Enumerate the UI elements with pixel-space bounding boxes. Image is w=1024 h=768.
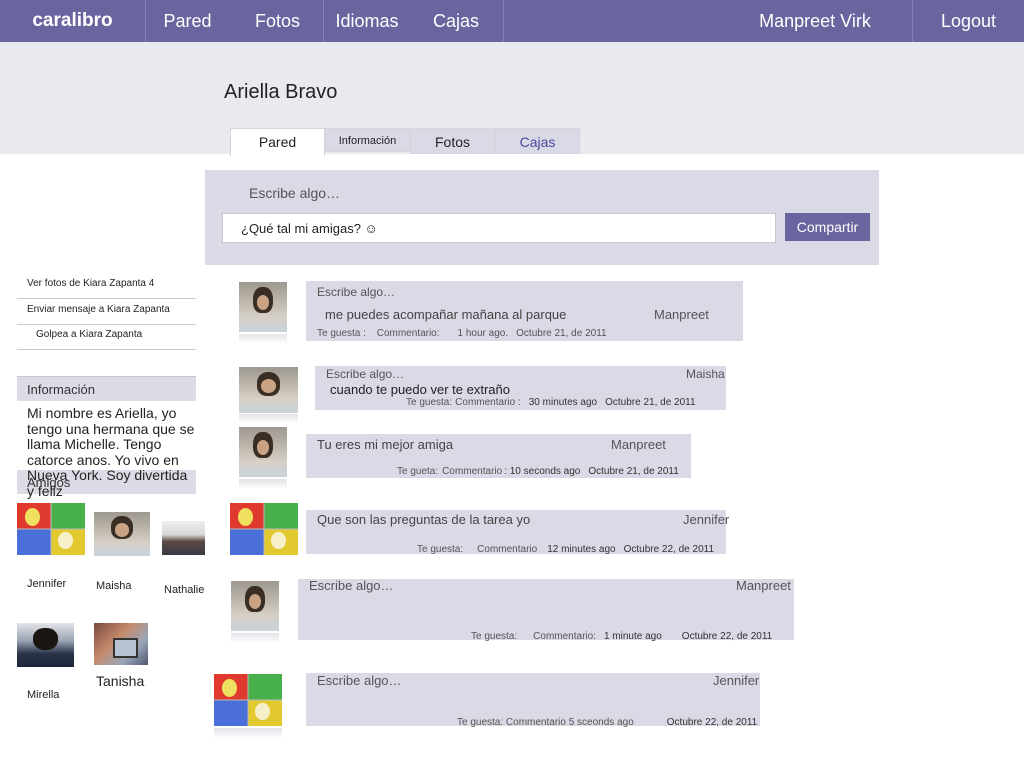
- post-author[interactable]: Jennifer: [713, 673, 759, 688]
- friend-avatar-maisha[interactable]: [94, 512, 150, 556]
- post-avatar[interactable]: [239, 427, 287, 477]
- post-author[interactable]: Maisha: [686, 367, 725, 381]
- post-label: Escribe algo…: [309, 578, 394, 593]
- post-avatar[interactable]: [239, 367, 298, 413]
- send-message-link[interactable]: Enviar mensaje a Kiara Zapanta: [17, 304, 196, 325]
- post-time: 1 minute ago: [603, 631, 662, 642]
- comment-link[interactable]: Commentario:: [377, 328, 440, 339]
- post-avatar[interactable]: [230, 503, 298, 555]
- post-avatar[interactable]: [214, 674, 282, 726]
- post-time: 1 hour ago.: [457, 328, 509, 339]
- post-author[interactable]: Manpreet: [611, 437, 666, 452]
- post-date: Octubre 22, de 2011: [666, 717, 758, 728]
- post-time: : 10 seconds ago: [504, 466, 581, 477]
- friend-name-jennifer[interactable]: Jennifer: [27, 578, 66, 590]
- tab-cajas[interactable]: Cajas: [495, 128, 580, 154]
- post-meta: Te guesta : Commentario: 1 hour ago. Octub…: [317, 328, 615, 339]
- post-label: Escribe algo…: [326, 367, 405, 381]
- share-button[interactable]: Compartir: [785, 213, 870, 241]
- info-text: Mi nombre es Ariella, yo tengo una herma…: [27, 405, 195, 499]
- nav-item-fotos[interactable]: Fotos: [235, 0, 320, 42]
- like-link[interactable]: Te gueta:: [397, 466, 438, 477]
- like-link[interactable]: Te guesta:: [406, 397, 452, 408]
- avatar-reflection: [214, 728, 282, 738]
- logout-button[interactable]: Logout: [913, 0, 1024, 42]
- nav-item-pared[interactable]: Pared: [145, 0, 230, 42]
- profile-name: Ariella Bravo: [224, 81, 338, 103]
- nav-item-cajas[interactable]: Cajas: [411, 0, 501, 42]
- post-time: 30 minutes ago: [528, 397, 598, 408]
- post-date: Octubre 22, de 2011: [681, 631, 773, 642]
- comment-link[interactable]: Commentario:: [533, 631, 596, 642]
- post-text: Tu eres mi mejor amiga: [317, 437, 454, 452]
- friend-name-nathalie[interactable]: Nathalie: [164, 584, 204, 596]
- avatar-reflection: [239, 414, 298, 424]
- tab-fotos[interactable]: Fotos: [410, 128, 495, 154]
- post-meta: Te guesta: Commentario 5 sceonds ago Octu…: [457, 717, 765, 728]
- post-meta: Te guesta: Commentario : 30 minutes ago Oct…: [406, 397, 704, 408]
- post-date: Octubre 22, de 2011: [623, 544, 715, 555]
- nav-item-idiomas[interactable]: Idiomas: [323, 0, 411, 42]
- friend-avatar-jennifer[interactable]: [17, 503, 85, 555]
- post-input[interactable]: [222, 213, 776, 243]
- poke-link[interactable]: Golpea a Kiara Zapanta: [17, 329, 196, 350]
- composer-label: Escribe algo…: [249, 185, 341, 201]
- post-label: Escribe algo…: [317, 285, 396, 299]
- post-label: Escribe algo…: [317, 673, 402, 688]
- nav-user-name[interactable]: Manpreet Virk: [730, 0, 900, 42]
- friend-avatar-nathalie[interactable]: [162, 521, 205, 555]
- avatar-reflection: [231, 633, 279, 643]
- like-link[interactable]: Te guesta:: [471, 631, 517, 642]
- post-meta: Te gueta: Commentario: 10 seconds ago Octu…: [397, 466, 687, 477]
- like-comment-link[interactable]: Te guesta: Commentario 5 sceonds ago: [457, 717, 634, 728]
- post-text: Que son las preguntas de la tarea yo: [317, 512, 531, 527]
- friend-avatar-mirella[interactable]: [17, 623, 74, 667]
- post-text: me puedes acompañar mañana al parque: [325, 307, 567, 322]
- post-author[interactable]: Manpreet: [736, 578, 791, 593]
- post-meta: Te guesta: Commentario 12 minutes ago Octub…: [417, 544, 722, 555]
- avatar-reflection: [239, 479, 287, 489]
- friend-name-mirella[interactable]: Mirella: [27, 689, 59, 701]
- post-author[interactable]: Manpreet: [654, 307, 709, 322]
- avatar-reflection: [239, 334, 287, 344]
- post-date: Octubre 21, de 2011: [516, 328, 607, 339]
- top-nav-bar: caralibro Pared Fotos Idiomas Cajas Manp…: [0, 0, 1024, 42]
- comment-link[interactable]: Commentario: [442, 466, 502, 477]
- comment-link[interactable]: Commentario :: [455, 397, 521, 408]
- info-heading: Información: [17, 376, 196, 401]
- post-text: cuando te puedo ver te extraño: [330, 382, 510, 397]
- post-date: Octubre 21, de 2011: [588, 466, 679, 477]
- friend-name-tanisha[interactable]: Tanisha: [96, 673, 144, 689]
- nav-divider: [503, 0, 504, 42]
- view-photos-link[interactable]: Ver fotos de Kiara Zapanta 4: [17, 278, 196, 299]
- post-avatar[interactable]: [231, 581, 279, 631]
- post-meta: Te guesta: Commentario: 1 minute ago Octubr…: [471, 631, 780, 642]
- brand-logo[interactable]: caralibro: [0, 0, 145, 42]
- like-link[interactable]: Te guesta: [317, 328, 360, 339]
- meta-separator: :: [360, 328, 369, 339]
- tab-pared[interactable]: Pared: [230, 128, 325, 156]
- friend-name-maisha[interactable]: Maisha: [96, 580, 131, 592]
- like-link[interactable]: Te guesta:: [417, 544, 463, 555]
- tab-informacion[interactable]: Información: [325, 128, 410, 152]
- post-date: Octubre 21, de 2011: [605, 397, 696, 408]
- post-avatar[interactable]: [239, 282, 287, 332]
- comment-link[interactable]: Commentario: [477, 544, 537, 555]
- post-author[interactable]: Jennifer: [683, 512, 729, 527]
- friend-avatar-tanisha[interactable]: [94, 623, 148, 665]
- post-time: 12 minutes ago: [547, 544, 616, 555]
